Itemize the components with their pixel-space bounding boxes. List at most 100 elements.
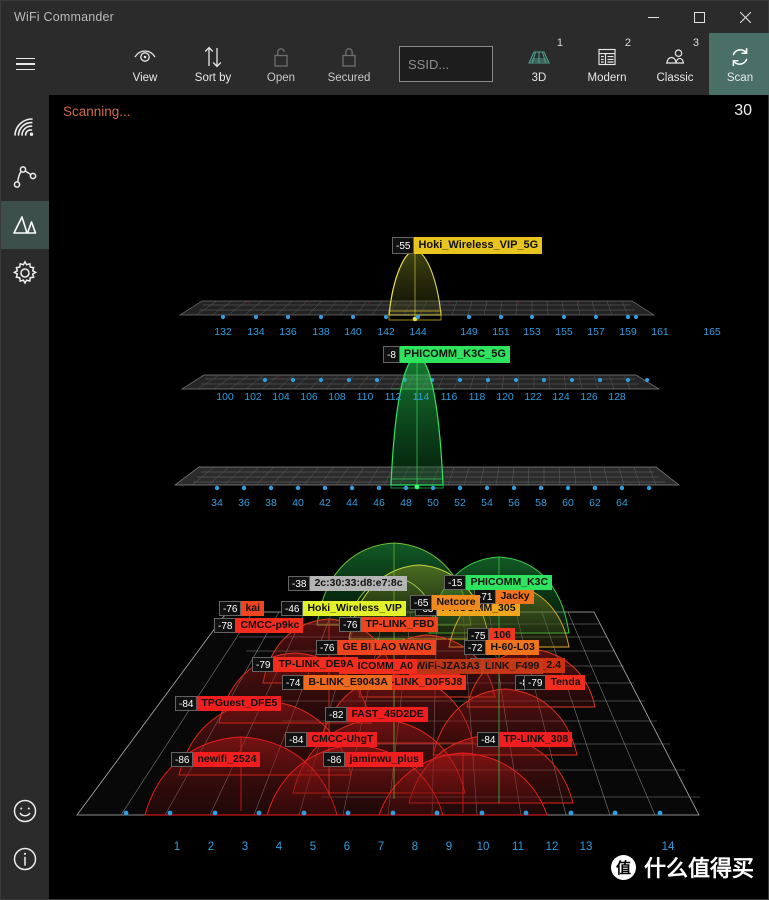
ap-label-tp-link-fbd[interactable]: -76 TP-LINK_FBD (339, 617, 439, 632)
peak-phicomm-k3c-5g[interactable] (390, 352, 444, 490)
lock-icon (339, 44, 359, 70)
ap-label-tenda[interactable]: -79 Tenda (524, 675, 585, 690)
scan-label: Scan (726, 71, 754, 84)
ap-signal: -8 (383, 346, 400, 363)
sidebar-bottom (1, 787, 49, 883)
ap-label-jacky[interactable]: -71 Jacky (474, 589, 534, 604)
ap-signal: -79 (252, 657, 275, 672)
ap-ssid: jaminwu_plus (349, 753, 419, 765)
scan-button[interactable]: Scan (709, 33, 769, 95)
toolbar: View Sort by Open Secured SSID... 1 3D 2… (1, 33, 769, 95)
tick-161: 161 (651, 326, 669, 338)
toolbar-label-open: Open (266, 71, 296, 84)
search-input[interactable] (400, 56, 492, 72)
ap-signal: -84 (477, 732, 500, 747)
tick-104: 104 (272, 391, 290, 403)
toolbar-label-view: View (132, 71, 158, 84)
toolbar-label-secured: Secured (327, 71, 371, 84)
ap-label-h-60-l03[interactable]: -72 H-60-L03 (464, 640, 539, 655)
ap-label-phicomm-k3c-5g[interactable]: -8 PHICOMM_K3C_5G (383, 346, 510, 363)
ap-label-hoki-wireless-vip-5g[interactable]: -55 Hoki_Wireless_VIP_5G (392, 237, 543, 254)
ap-label-netcore[interactable]: -65 Netcore (410, 595, 480, 610)
peak-hoki-5g[interactable] (388, 247, 442, 322)
main-view: Scanning... 30 132 134 136 138 140 142 1… (49, 95, 768, 899)
ap-ssid: kai (245, 602, 261, 614)
gear-icon (12, 260, 38, 286)
spectrum-scene[interactable]: 132 134 136 138 140 142 144 149 151 153 … (49, 127, 768, 899)
tick-ch13: 13 (579, 841, 593, 853)
tick-106: 106 (300, 391, 318, 403)
close-button[interactable] (722, 1, 768, 33)
ap-signal: -65 (410, 595, 433, 610)
ap-label-ge-bi-lao-wang[interactable]: -76 GE BI LAO WANG (316, 640, 436, 655)
ap-signal: -86 (171, 752, 194, 767)
ap-ssid: Jacky (500, 590, 530, 602)
ap-label-tp-link-308[interactable]: -84 TP-LINK_308 (477, 732, 573, 747)
sidebar-item-spectrum[interactable] (1, 201, 49, 249)
sidebar-item-timeline[interactable] (1, 153, 49, 201)
sidebar-item-feedback[interactable] (1, 787, 49, 835)
tick-54: 54 (481, 497, 493, 509)
toolbar-item-open[interactable]: Open (247, 33, 315, 95)
ap-ssid: TP-LINK_FBD (365, 618, 435, 630)
tick-ch9: 9 (445, 841, 453, 853)
tick-ch7: 7 (377, 841, 385, 853)
ap-signal: -76 (339, 617, 362, 632)
ap-label-b-link-d0f5j8[interactable]: -LINK_D0F5J8 (387, 675, 467, 690)
tick-34: 34 (211, 497, 223, 509)
minimize-button[interactable] (630, 1, 676, 33)
ap-label-b-link-e9043a[interactable]: -74 B-LINK_E9043A (282, 675, 392, 690)
sidebar (1, 95, 49, 899)
tick-36: 36 (238, 497, 250, 509)
toolbar-item-modern[interactable]: 2 Modern (573, 33, 641, 95)
toolbar-item-secured[interactable]: Secured (315, 33, 383, 95)
ap-label-2c3033d8e78c[interactable]: -38 2c:30:33:d8:e7:8c (288, 576, 407, 591)
ap-label-cmcc-p9kc[interactable]: -78 CMCC-p9kc (214, 618, 304, 633)
ap-label-newifi-2524[interactable]: -86 newifi_2524 (171, 752, 261, 767)
ap-label-jaminwu-plus[interactable]: -86 jaminwu_plus (323, 752, 423, 767)
ap-signal: -82 (325, 707, 348, 722)
toolbar-item-3d[interactable]: 1 3D (505, 33, 573, 95)
menu-button[interactable] (1, 33, 49, 95)
tick-149: 149 (460, 326, 478, 338)
ap-label-tpguest-dfe5[interactable]: -84 TPGuest_DFE5 (175, 696, 282, 711)
hamburger-icon (15, 54, 35, 75)
ap-label-wifi-jza3a3[interactable]: WiFi-JZA3A3 (411, 659, 484, 674)
tick-151: 151 (492, 326, 510, 338)
tick-157: 157 (587, 326, 605, 338)
tick-ch3: 3 (241, 841, 249, 853)
sidebar-item-about[interactable] (1, 835, 49, 883)
toolbar-item-classic[interactable]: 3 Classic (641, 33, 709, 95)
toolbar-item-sortby[interactable]: Sort by (179, 33, 247, 95)
tick-136: 136 (279, 326, 297, 338)
tick-56: 56 (508, 497, 520, 509)
tick-114: 114 (412, 391, 430, 403)
ap-label-link-f499[interactable]: LINK_F499 (481, 659, 544, 674)
tick-42: 42 (319, 497, 331, 509)
ap-label-hoki-wireless-vip[interactable]: -46 Hoki_Wireless_VIP (281, 601, 406, 616)
ap-label-fast-45d2de[interactable]: -82 FAST_45D2DE (325, 707, 428, 722)
ap-ssid: B-LINK_E9043A (308, 676, 388, 688)
ap-signal: -84 (175, 696, 198, 711)
maximize-button[interactable] (676, 1, 722, 33)
sidebar-item-networks[interactable] (1, 105, 49, 153)
tick-46: 46 (373, 497, 385, 509)
ap-ssid: H-60-L03 (490, 641, 535, 653)
toolbar-item-view[interactable]: View (111, 33, 179, 95)
wifi-icon (12, 117, 38, 141)
tick-165: 165 (703, 326, 721, 338)
ap-label-phicomm-k3c[interactable]: -15 PHICOMM_K3C (444, 575, 553, 590)
tick-120: 120 (496, 391, 514, 403)
ap-signal: -55 (392, 237, 415, 254)
ap-label-cmcc-uhgt[interactable]: -84 CMCC-UhgT (285, 732, 378, 747)
graph-icon (12, 164, 38, 190)
info-icon (12, 846, 38, 872)
ssid-search-box[interactable] (399, 46, 493, 82)
tick-60: 60 (562, 497, 574, 509)
ap-signal: -86 (323, 752, 346, 767)
app-window: WiFi Commander View Sort by Open Secured… (0, 0, 769, 900)
ap-label-kai[interactable]: -76 kai (219, 601, 265, 616)
ap-label-tp-link-de9a[interactable]: -79 TP-LINK_DE9A (252, 657, 358, 672)
status-bar: Scanning... 30 (49, 95, 768, 127)
sidebar-item-settings[interactable] (1, 249, 49, 297)
